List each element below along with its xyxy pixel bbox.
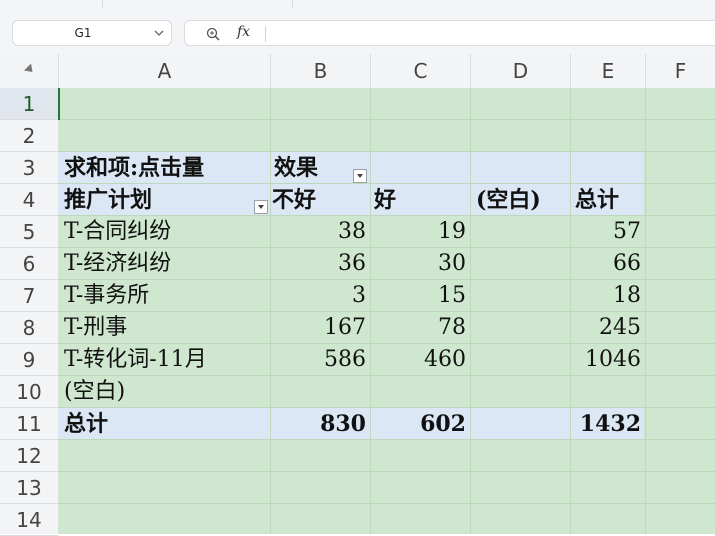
column-filter-dropdown-button[interactable] [353, 169, 367, 183]
row-header-2[interactable]: 2 [0, 120, 58, 152]
select-all-corner-icon[interactable] [23, 63, 37, 76]
value-total[interactable]: 18 [570, 280, 641, 312]
row-header-11[interactable]: 11 [0, 408, 58, 440]
row-header-12[interactable]: 12 [0, 440, 58, 472]
row-header-4[interactable]: 4 [0, 184, 58, 216]
row-header-bar: 1 2 3 4 5 6 7 8 9 10 11 12 13 14 [0, 88, 59, 536]
row-header-5[interactable]: 5 [0, 216, 58, 248]
row-header-10[interactable]: 10 [0, 376, 58, 408]
active-cell-indicator [58, 88, 60, 120]
value-bad[interactable]: 36 [270, 248, 366, 280]
column-header-c[interactable]: C [370, 54, 470, 88]
grand-total-bad[interactable]: 830 [270, 408, 366, 440]
row-header-9[interactable]: 9 [0, 344, 58, 376]
formula-bar-row: G1 fx [0, 14, 715, 54]
value-good[interactable]: 30 [370, 248, 466, 280]
row-label[interactable]: T-转化词-11月 [64, 344, 207, 376]
formula-divider [265, 26, 266, 42]
row-filter-dropdown-button[interactable] [254, 200, 268, 214]
dropdown-arrow-icon [258, 205, 264, 209]
name-box-value: G1 [74, 26, 92, 40]
value-total[interactable]: 245 [570, 312, 641, 344]
row-label[interactable]: T-事务所 [64, 280, 149, 312]
column-header-b[interactable]: B [270, 54, 370, 88]
column-header-a[interactable]: A [58, 54, 270, 88]
row-header-3[interactable]: 3 [0, 152, 58, 184]
col-header-total[interactable]: 总计 [575, 184, 619, 216]
formula-input[interactable]: fx [184, 20, 715, 46]
row-header-14[interactable]: 14 [0, 504, 58, 536]
row-label[interactable]: (空白) [64, 376, 125, 408]
value-bad[interactable]: 38 [270, 216, 366, 248]
row-header-6[interactable]: 6 [0, 248, 58, 280]
value-bad[interactable]: 167 [270, 312, 366, 344]
pivot-column-field[interactable]: 效果 [274, 152, 318, 184]
grand-total-good[interactable]: 602 [370, 408, 466, 440]
row-label[interactable]: T-经济纠纷 [64, 248, 171, 280]
grand-total-label[interactable]: 总计 [64, 408, 108, 440]
value-bad[interactable]: 3 [270, 280, 366, 312]
column-header-e[interactable]: E [570, 54, 645, 88]
grid-line [58, 471, 715, 472]
row-header-7[interactable]: 7 [0, 280, 58, 312]
grid-line [58, 503, 715, 504]
column-header-d[interactable]: D [470, 54, 570, 88]
column-header-bar: A B C D E F [0, 54, 715, 89]
zoom-icon[interactable] [205, 26, 221, 42]
value-good[interactable]: 460 [370, 344, 466, 376]
col-header-good[interactable]: 好 [374, 184, 396, 216]
toolbar-divider [292, 0, 293, 8]
chevron-down-icon[interactable] [153, 27, 165, 39]
grid-line [58, 119, 715, 120]
grand-total-total[interactable]: 1432 [570, 408, 641, 440]
col-header-bad[interactable]: 不好 [272, 184, 316, 216]
toolbar-divider [102, 0, 103, 8]
row-header-8[interactable]: 8 [0, 312, 58, 344]
value-good[interactable]: 15 [370, 280, 466, 312]
value-good[interactable]: 19 [370, 216, 466, 248]
row-header-13[interactable]: 13 [0, 472, 58, 504]
top-toolbar-strip [0, 0, 715, 15]
value-total[interactable]: 66 [570, 248, 641, 280]
col-header-blank[interactable]: (空白) [476, 184, 541, 216]
cell-grid[interactable]: 求和项:点击量 效果 推广计划 不好 好 (空白) 总计 T-合同纠纷 38 1… [58, 88, 715, 534]
function-icon[interactable]: fx [237, 24, 250, 40]
dropdown-arrow-icon [357, 174, 363, 178]
value-total[interactable]: 57 [570, 216, 641, 248]
column-header-f[interactable]: F [645, 54, 715, 88]
row-header-1[interactable]: 1 [0, 88, 58, 120]
pivot-sum-label[interactable]: 求和项:点击量 [64, 152, 204, 184]
value-total[interactable]: 1046 [570, 344, 641, 376]
pivot-row-field[interactable]: 推广计划 [64, 184, 152, 216]
row-label[interactable]: T-合同纠纷 [64, 216, 171, 248]
value-bad[interactable]: 586 [270, 344, 366, 376]
name-box[interactable]: G1 [12, 20, 172, 46]
row-label[interactable]: T-刑事 [64, 312, 127, 344]
value-good[interactable]: 78 [370, 312, 466, 344]
